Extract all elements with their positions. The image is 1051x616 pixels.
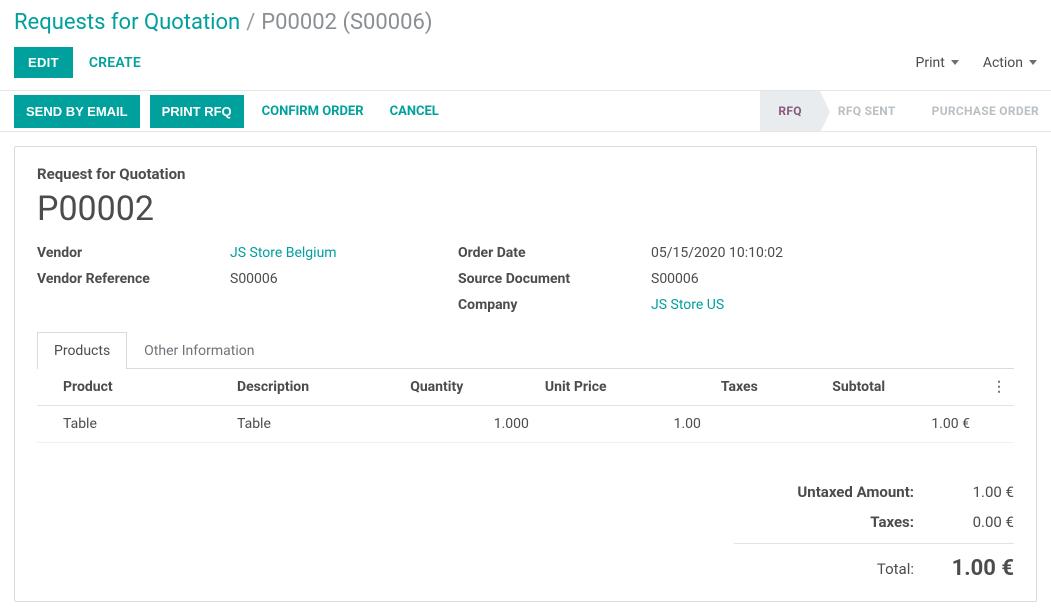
status-steps: RFQ RFQ SENT PURCHASE ORDER [760,91,1051,131]
action-dropdown[interactable]: Action [983,55,1037,71]
print-rfq-button[interactable]: PRINT RFQ [150,95,244,128]
td-unit-price: 1.00 [537,406,709,443]
print-dropdown[interactable]: Print [916,55,959,71]
th-product: Product [37,369,229,406]
tab-products[interactable]: Products [37,332,127,369]
untaxed-amount-value: 1.00 € [914,483,1014,501]
status-step-label: PURCHASE ORDER [932,104,1039,118]
create-link[interactable]: CREATE [89,55,141,71]
section-title: Request for Quotation [37,165,1014,183]
form-wrap: Request for Quotation P00002 Vendor JS S… [0,132,1051,616]
total-label: Total: [734,560,914,578]
status-step-purchase-order[interactable]: PURCHASE ORDER [914,91,1051,131]
status-step-rfq[interactable]: RFQ [760,91,819,131]
arrow-right-icon [820,91,830,133]
confirm-order-button[interactable]: CONFIRM ORDER [254,104,372,119]
form-sheet: Request for Quotation P00002 Vendor JS S… [14,146,1037,602]
td-description: Table [229,406,402,443]
th-quantity: Quantity [402,369,537,406]
status-step-rfq-sent[interactable]: RFQ SENT [820,91,914,131]
total-value: 1.00 € [914,556,1014,581]
table-row[interactable]: Table Table 1.000 1.00 1.00 € [37,406,1014,443]
th-taxes: Taxes [709,369,824,406]
field-grid: Vendor JS Store Belgium Order Date 05/15… [37,245,1014,313]
controls-right: Print Action [916,55,1037,71]
order-date-value: 05/15/2020 10:10:02 [651,245,1014,261]
td-quantity: 1.000 [402,406,537,443]
company-value[interactable]: JS Store US [651,297,1014,313]
status-step-label: RFQ SENT [838,104,896,118]
breadcrumb: Requests for Quotation / P00002 (S00006) [0,0,1051,39]
taxes-label: Taxes: [734,513,914,531]
source-document-value: S00006 [651,271,1014,287]
status-bar: SEND BY EMAIL PRINT RFQ CONFIRM ORDER CA… [0,90,1051,132]
taxes-value: 0.00 € [914,513,1014,531]
vendor-reference-label: Vendor Reference [37,271,222,287]
caret-down-icon [951,60,959,65]
td-product: Table [37,406,229,443]
controls-row: EDIT CREATE Print Action [0,39,1051,90]
totals: Untaxed Amount: 1.00 € Taxes: 0.00 € Tot… [37,483,1014,581]
vendor-reference-value: S00006 [230,271,450,287]
untaxed-amount-label: Untaxed Amount: [734,483,914,501]
table-header-row: Product Description Quantity Unit Price … [37,369,1014,406]
edit-button[interactable]: EDIT [14,47,73,78]
cancel-button[interactable]: CANCEL [382,104,447,119]
source-document-label: Source Document [458,271,643,287]
kebab-icon[interactable]: ⋮ [986,379,1006,395]
totals-divider [734,543,1014,544]
th-description: Description [229,369,402,406]
record-number: P00002 [37,189,1014,229]
caret-down-icon [1029,60,1037,65]
td-taxes [709,406,824,443]
breadcrumb-root-link[interactable]: Requests for Quotation [14,10,240,35]
print-label: Print [916,55,945,71]
tabs: Products Other Information [37,331,1014,369]
status-actions: SEND BY EMAIL PRINT RFQ CONFIRM ORDER CA… [14,91,447,131]
breadcrumb-separator: / [246,10,255,35]
order-lines-table: Product Description Quantity Unit Price … [37,369,1014,443]
td-subtotal: 1.00 € [824,406,978,443]
action-label: Action [983,55,1023,71]
breadcrumb-current: P00002 (S00006) [261,10,432,35]
controls-left: EDIT CREATE [14,47,141,78]
order-date-label: Order Date [458,245,643,261]
vendor-value[interactable]: JS Store Belgium [230,245,450,261]
send-by-email-button[interactable]: SEND BY EMAIL [14,95,140,128]
th-unit-price: Unit Price [537,369,709,406]
status-step-label: RFQ [778,104,801,118]
th-kebab[interactable]: ⋮ [978,369,1014,406]
vendor-label: Vendor [37,245,222,261]
tab-other-information[interactable]: Other Information [127,332,271,369]
th-subtotal: Subtotal [824,369,978,406]
company-label: Company [458,297,643,313]
